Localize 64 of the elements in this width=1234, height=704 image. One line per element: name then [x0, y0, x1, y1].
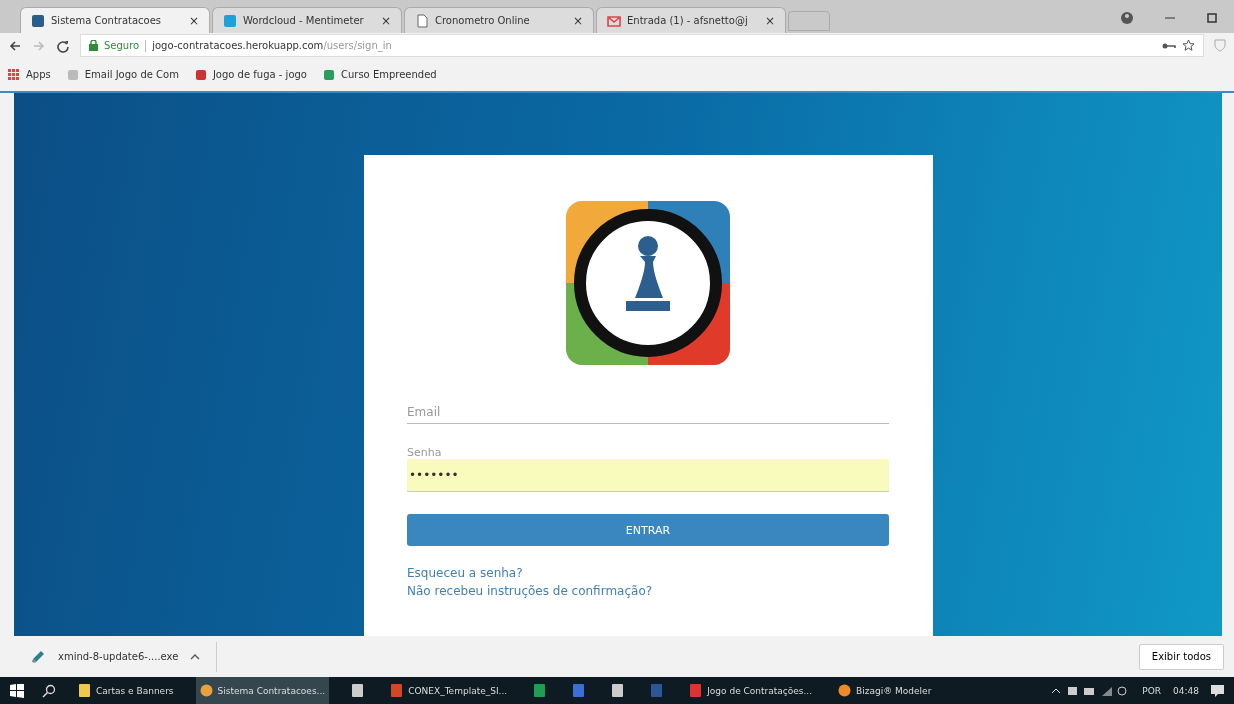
pawn-logo-icon: [566, 201, 730, 365]
page-icon: [415, 13, 429, 28]
bookmark-favicon-icon: [322, 68, 335, 81]
app-icon: [533, 684, 547, 697]
bookmark-item[interactable]: Jogo de fuga - jogo: [194, 68, 307, 81]
close-icon[interactable]: ×: [764, 13, 775, 28]
taskbar-item[interactable]: Bizagi® Modeler: [834, 677, 936, 704]
caret-icon[interactable]: [190, 653, 201, 660]
bookmark-item[interactable]: Apps: [8, 68, 51, 81]
taskbar-item[interactable]: Cartas e Banners: [74, 677, 178, 704]
maximize-icon[interactable]: [1206, 12, 1218, 24]
close-icon[interactable]: ×: [380, 13, 391, 28]
tab-title: Entrada (1) - afsnetto@j: [627, 15, 749, 26]
profile-icon[interactable]: [1120, 11, 1134, 25]
url-path: /users/sign_in: [323, 40, 392, 51]
email-field[interactable]: Email: [407, 401, 889, 424]
tab-title: Wordcloud - Mentimeter: [243, 15, 365, 26]
bookmark-favicon-icon: [194, 68, 207, 81]
search-icon[interactable]: [42, 683, 56, 698]
app-icon: [572, 684, 586, 697]
show-all-button[interactable]: Exibir todos: [1138, 643, 1224, 670]
login-button[interactable]: ENTRAR: [407, 514, 889, 546]
bookmark-item[interactable]: Email Jogo de Com: [66, 68, 179, 81]
notification-icon[interactable]: [1211, 684, 1224, 697]
password-label: Senha: [407, 446, 443, 459]
app-icon: [611, 684, 625, 697]
taskbar-item[interactable]: Jogo de Contratações...: [685, 677, 817, 704]
password-field[interactable]: •••••••: [407, 459, 889, 492]
address-bar[interactable]: Seguro jogo-contratacoes.herokuapp.com/users/sign_in: [80, 34, 1204, 57]
app-icon: [838, 684, 852, 697]
mail-icon: [607, 13, 621, 28]
app-icon: [199, 684, 213, 697]
app-icon: [390, 684, 404, 697]
tab-title: Sistema Contratacoes: [51, 15, 163, 26]
language-indicator[interactable]: POR: [1142, 685, 1162, 696]
secure-label: Seguro: [104, 40, 140, 51]
text-link[interactable]: Esqueceu a senha?: [407, 566, 523, 580]
taskbar-item[interactable]: Sistema Contratacoes...: [195, 677, 330, 704]
close-icon[interactable]: ×: [572, 13, 583, 28]
bookmark-favicon-icon: [66, 68, 79, 81]
star-icon[interactable]: [1182, 39, 1195, 52]
browser-tab[interactable]: Sistema Contratacoes ×: [20, 7, 210, 33]
tab-favicon-icon: [223, 13, 237, 28]
lock-icon: [89, 40, 98, 51]
download-item[interactable]: xmind-8-update6-....exe: [30, 641, 218, 672]
app-icon: [351, 684, 365, 697]
bookmark-item[interactable]: Curso Empreended: [322, 68, 437, 81]
app-icon: [689, 684, 703, 697]
close-icon[interactable]: ×: [188, 13, 199, 28]
tab-favicon-icon: [31, 13, 45, 28]
windows-start-icon[interactable]: [10, 683, 24, 698]
browser-tab[interactable]: Wordcloud - Mentimeter ×: [212, 7, 402, 33]
reload-icon[interactable]: [56, 38, 70, 53]
url-host: jogo-contratacoes.herokuapp.com: [152, 40, 324, 51]
text-link[interactable]: Não recebeu instruções de confirmação?: [407, 584, 653, 598]
clock-time[interactable]: 04:48: [1173, 685, 1199, 696]
tab-title: Cronometro Online: [435, 15, 531, 26]
browser-tab[interactable]: Entrada (1) - afsnetto@j ×: [596, 7, 786, 33]
app-icon: [650, 684, 664, 697]
app-icon: [78, 684, 91, 697]
back-icon[interactable]: [8, 38, 22, 53]
apps-grid-icon: [8, 68, 20, 81]
browser-tab[interactable]: Cronometro Online ×: [404, 7, 594, 33]
taskbar-item[interactable]: CONEX_Template_SI...: [386, 677, 512, 704]
